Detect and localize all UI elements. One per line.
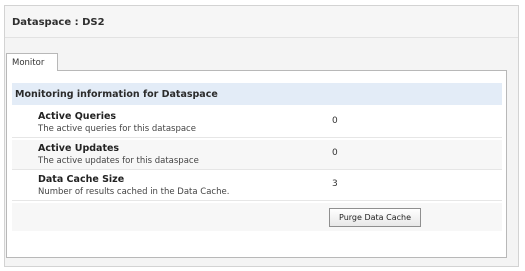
data-cache-size-label: Data Cache Size xyxy=(38,174,125,185)
row-active-queries: Active Queries The active queries for th… xyxy=(12,108,502,138)
active-queries-value: 0 xyxy=(332,116,338,126)
data-cache-size-value: 3 xyxy=(332,179,338,189)
purge-data-cache-button[interactable]: Purge Data Cache xyxy=(329,208,421,227)
page-title: Dataspace : DS2 xyxy=(12,17,105,28)
active-updates-label: Active Updates xyxy=(38,143,120,154)
tab-monitor[interactable]: Monitor xyxy=(6,53,58,71)
data-cache-size-description: Number of results cached in the Data Cac… xyxy=(38,187,230,197)
row-active-updates: Active Updates The active updates for th… xyxy=(12,140,502,170)
active-updates-description: The active updates for this dataspace xyxy=(38,156,199,166)
active-queries-description: The active queries for this dataspace xyxy=(38,124,196,134)
actions-row: Purge Data Cache xyxy=(12,203,502,231)
section-title: Monitoring information for Dataspace xyxy=(15,89,218,100)
active-queries-label: Active Queries xyxy=(38,111,117,122)
row-data-cache-size: Data Cache Size Number of results cached… xyxy=(12,171,502,201)
section-header: Monitoring information for Dataspace xyxy=(12,83,502,105)
tab-monitor-label: Monitor xyxy=(12,58,45,68)
page-header: Dataspace : DS2 xyxy=(5,6,518,38)
monitor-panel: Monitoring information for Dataspace Act… xyxy=(6,70,507,258)
active-updates-value: 0 xyxy=(332,148,338,158)
